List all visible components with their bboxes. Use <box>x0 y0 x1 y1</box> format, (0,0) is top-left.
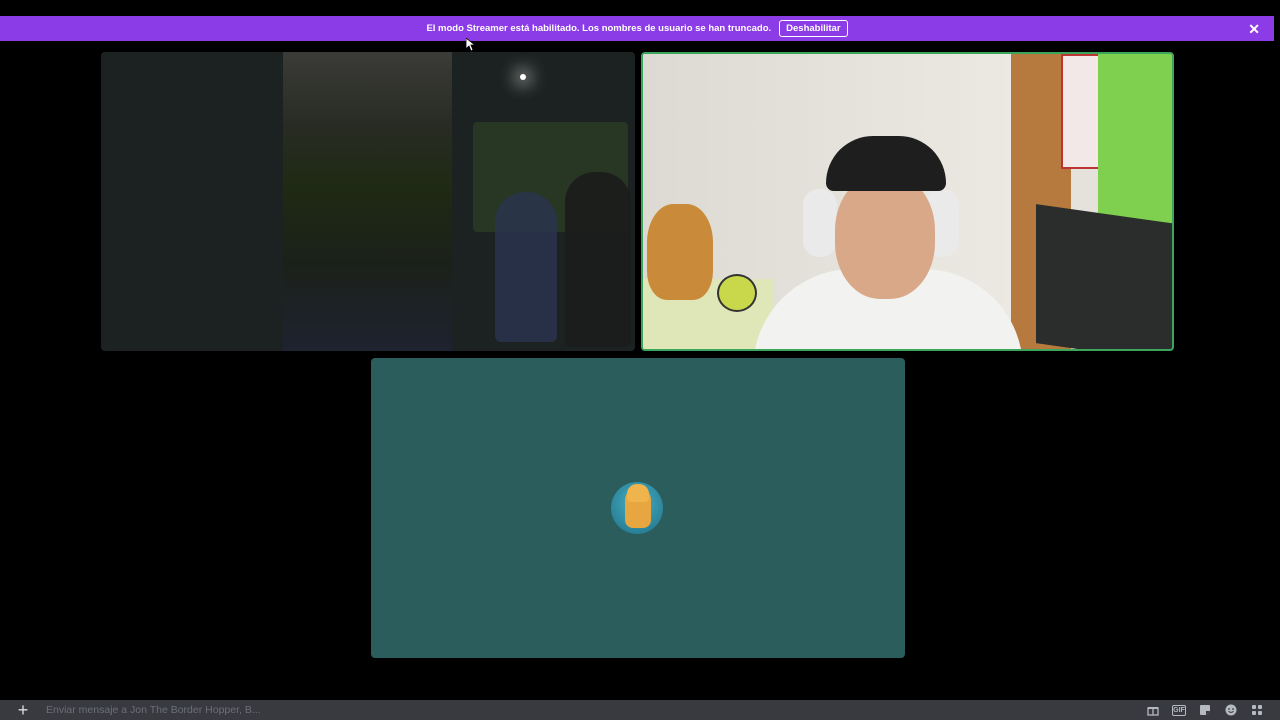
sticker-icon[interactable] <box>1198 703 1212 717</box>
poster <box>1061 54 1101 169</box>
soccer-ball <box>717 274 757 312</box>
apps-icon[interactable] <box>1250 703 1264 717</box>
gift-icon[interactable] <box>1146 703 1160 717</box>
chat-input-bar: + GIF <box>0 700 1280 720</box>
close-icon[interactable]: ✕ <box>1248 22 1260 36</box>
streamer-mode-banner: El modo Streamer está habilitado. Los no… <box>0 16 1274 41</box>
monitor <box>1036 204 1172 349</box>
plush-lion <box>647 204 713 300</box>
message-input[interactable] <box>46 701 1146 719</box>
avatar-head <box>627 484 649 502</box>
emoji-icon[interactable] <box>1224 703 1238 717</box>
video-tile-speaking[interactable] <box>641 52 1174 351</box>
avatar <box>611 482 663 534</box>
participant-face <box>835 174 935 299</box>
mouse-cursor-icon <box>466 38 476 52</box>
disable-streamer-mode-button[interactable]: Deshabilitar <box>779 20 848 37</box>
video-tile-dark-room[interactable] <box>101 52 635 351</box>
chat-toolbar: GIF <box>1146 703 1280 717</box>
video-feed <box>283 52 631 351</box>
banner-message: El modo Streamer está habilitado. Los no… <box>426 23 772 34</box>
gif-icon[interactable]: GIF <box>1172 704 1186 716</box>
plus-icon[interactable]: + <box>0 701 46 719</box>
headphones <box>803 189 837 257</box>
participant-person <box>565 172 631 347</box>
avatar-tile[interactable] <box>371 358 905 658</box>
ceiling-light <box>520 74 526 80</box>
participant-person <box>495 192 557 342</box>
